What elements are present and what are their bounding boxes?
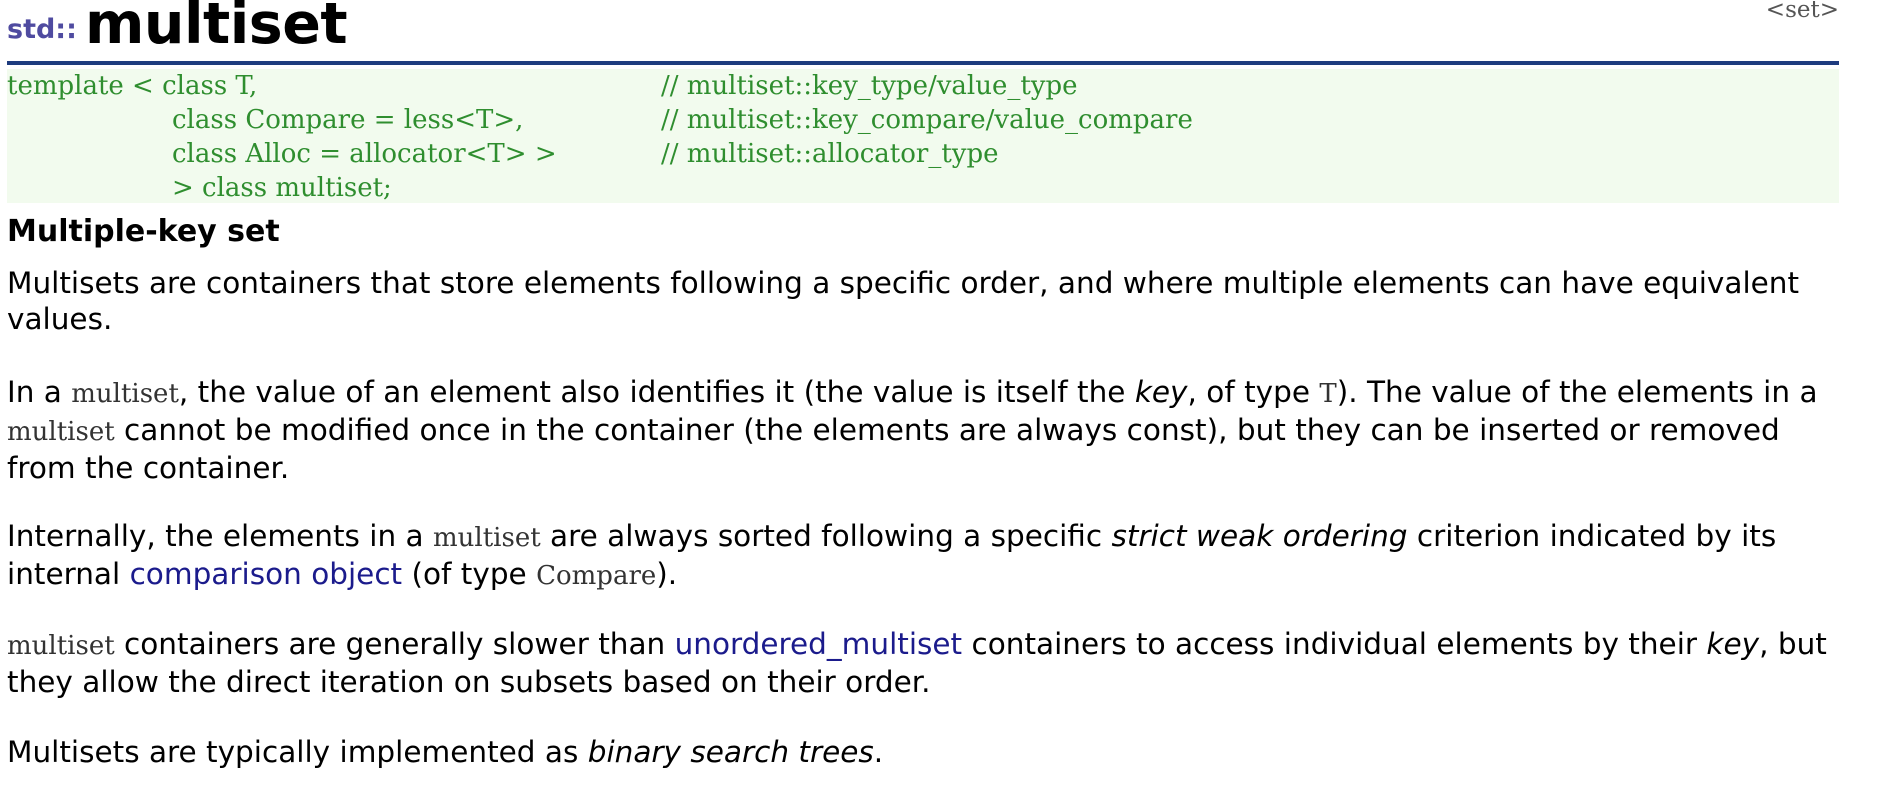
declaration-line-2-code: class Compare = less<T>, (172, 105, 524, 135)
page-title: std:: multiset <set> (7, 0, 1839, 58)
unordered-multiset-link[interactable]: unordered_multiset (675, 627, 963, 661)
inline-code: multiset (71, 379, 179, 409)
text-run: Multisets are typically implemented as (7, 735, 588, 769)
declaration-block: template < class T, // multiset::key_typ… (7, 69, 1839, 203)
declaration-line-3-code: class Alloc = allocator<T> > (172, 139, 557, 169)
title-class-name: multiset (85, 0, 348, 57)
title-namespace: std:: (7, 14, 77, 45)
section-heading: Multiple-key set (7, 214, 280, 249)
inline-code: multiset (7, 631, 115, 661)
title-divider (7, 61, 1839, 65)
text-run: Internally, the elements in a (7, 519, 434, 553)
text-run: In a (7, 375, 72, 409)
declaration-line-1-comment: // multiset::key_type/value_type (661, 71, 1078, 101)
text-run: . (873, 735, 884, 769)
text-run: containers are generally slower than (114, 627, 675, 661)
text-run: , of type (1187, 375, 1320, 409)
paragraph-definition: Multisets are containers that store elem… (7, 265, 1837, 337)
paragraph-performance: multiset containers are generally slower… (7, 626, 1837, 700)
paragraph-implementation: Multisets are typically implemented as b… (7, 734, 1837, 770)
inline-code: multiset (433, 523, 541, 553)
inline-code: multiset (7, 417, 115, 447)
emphasis: key (1134, 375, 1188, 409)
declaration-line-2-comment: // multiset::key_compare/value_compare (661, 105, 1193, 135)
comparison-object-link[interactable]: comparison object (130, 557, 403, 591)
header-reference: <set> (1765, 0, 1839, 23)
text-run: are always sorted following a specific (540, 519, 1112, 553)
text-run: containers to access individual elements… (962, 627, 1707, 661)
text-run: (of type (402, 557, 537, 591)
paragraph-text: Multisets are containers that store elem… (7, 266, 1800, 336)
declaration-line-1-code: template < class T, (7, 71, 258, 101)
text-run: cannot be modified once in the container… (7, 413, 1780, 485)
text-run: , the value of an element also identifie… (178, 375, 1135, 409)
text-run: ). The value of the elements in a (1336, 375, 1818, 409)
emphasis: key (1706, 627, 1760, 661)
emphasis: binary search trees (587, 735, 874, 769)
inline-code: T (1319, 379, 1337, 409)
text-run: ). (656, 557, 678, 591)
reference-page: std:: multiset <set> template < class T,… (7, 0, 1839, 769)
emphasis: strict weak ordering (1111, 519, 1408, 553)
inline-code: Compare (536, 561, 657, 591)
declaration-line-3-comment: // multiset::allocator_type (661, 139, 999, 169)
paragraph-key-value: In a multiset, the value of an element a… (7, 374, 1837, 486)
paragraph-ordering: Internally, the elements in a multiset a… (7, 518, 1837, 594)
declaration-line-4-code: > class multiset; (172, 173, 392, 203)
